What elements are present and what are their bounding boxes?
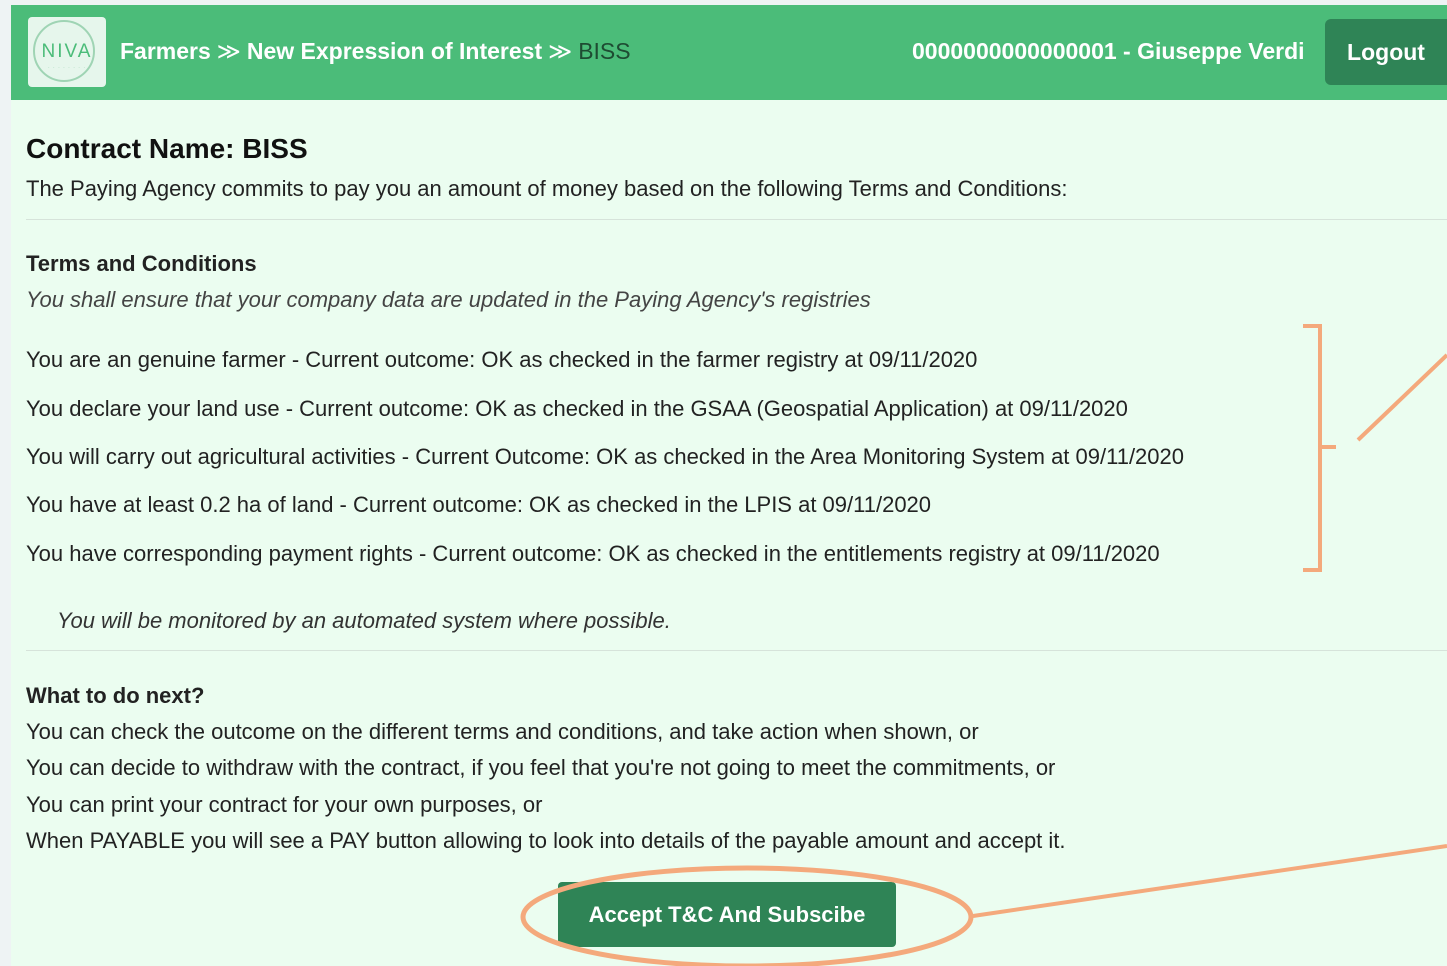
niva-logo[interactable]: NIVA · · · · · · · · [28,17,106,87]
next-line: You can print your contract for your own… [26,792,543,817]
next-line: When PAYABLE you will see a PAY button a… [26,828,1066,853]
breadcrumb-new-expression[interactable]: New Expression of Interest [247,38,542,64]
contract-title: Contract Name: BISS [26,133,308,164]
top-navbar: NIVA · · · · · · · · Farmers ≫ New Express… [11,5,1447,100]
term-item: You are an genuine farmer - Current outc… [26,347,978,372]
accept-subscribe-button[interactable]: Accept T&C And Subscibe [558,882,896,947]
breadcrumb-separator-icon: ≫ [548,38,573,64]
app-frame: NIVA · · · · · · · · Farmers ≫ New Express… [11,5,1447,966]
term-item: You have corresponding payment rights - … [26,541,1160,566]
contract-intro: The Paying Agency commits to pay you an … [26,176,1068,201]
divider [26,219,1447,220]
logo-subtext-decoration: · · · · · · · · [47,65,87,71]
breadcrumb-separator-icon: ≫ [216,38,241,64]
breadcrumb-farmers[interactable]: Farmers [120,38,211,64]
terms-heading: Terms and Conditions [26,251,257,276]
term-item: You have at least 0.2 ha of land - Curre… [26,492,932,517]
breadcrumb-current: BISS [578,38,631,64]
terms-note: You shall ensure that your company data … [26,287,871,312]
breadcrumb: Farmers ≫ New Expression of Interest ≫ BISS [120,38,631,65]
user-identity: 0000000000000001 - Giuseppe Verdi [912,38,1305,64]
logo-text: NIVA [41,41,93,62]
term-item: You declare your land use - Current outc… [26,396,1128,421]
next-line: You can check the outcome on the differe… [26,719,979,744]
term-item: You will carry out agricultural activiti… [26,444,1184,469]
next-line: You can decide to withdraw with the cont… [26,755,1056,780]
next-heading: What to do next? [26,683,205,708]
divider [26,650,1447,651]
monitoring-note: You will be monitored by an automated sy… [57,608,671,633]
logout-button[interactable]: Logout [1325,19,1447,85]
